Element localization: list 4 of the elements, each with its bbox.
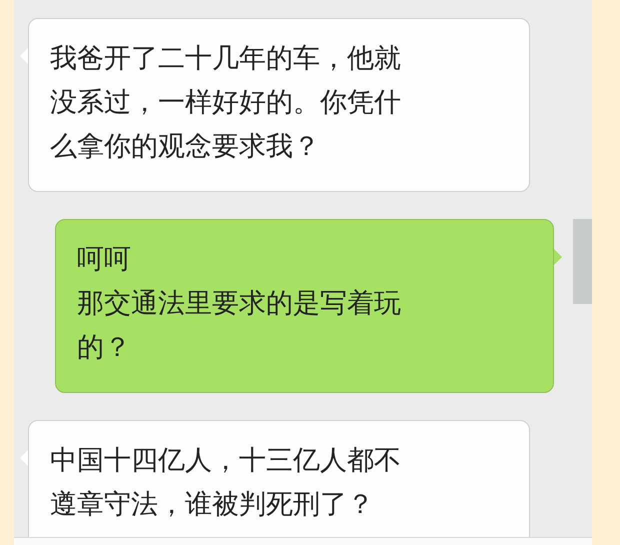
- message-text: 我爸开了二十几年的车，他就没系过，一样好好的。你凭什么拿你的观念要求我？: [50, 42, 402, 164]
- message-text: 中国十四亿人，十三亿人都不遵章守法，谁被判死刑了？: [50, 444, 402, 522]
- message-text: 那交通法里要求的是写着玩的？: [77, 287, 402, 365]
- message-text: 呵呵: [77, 243, 132, 277]
